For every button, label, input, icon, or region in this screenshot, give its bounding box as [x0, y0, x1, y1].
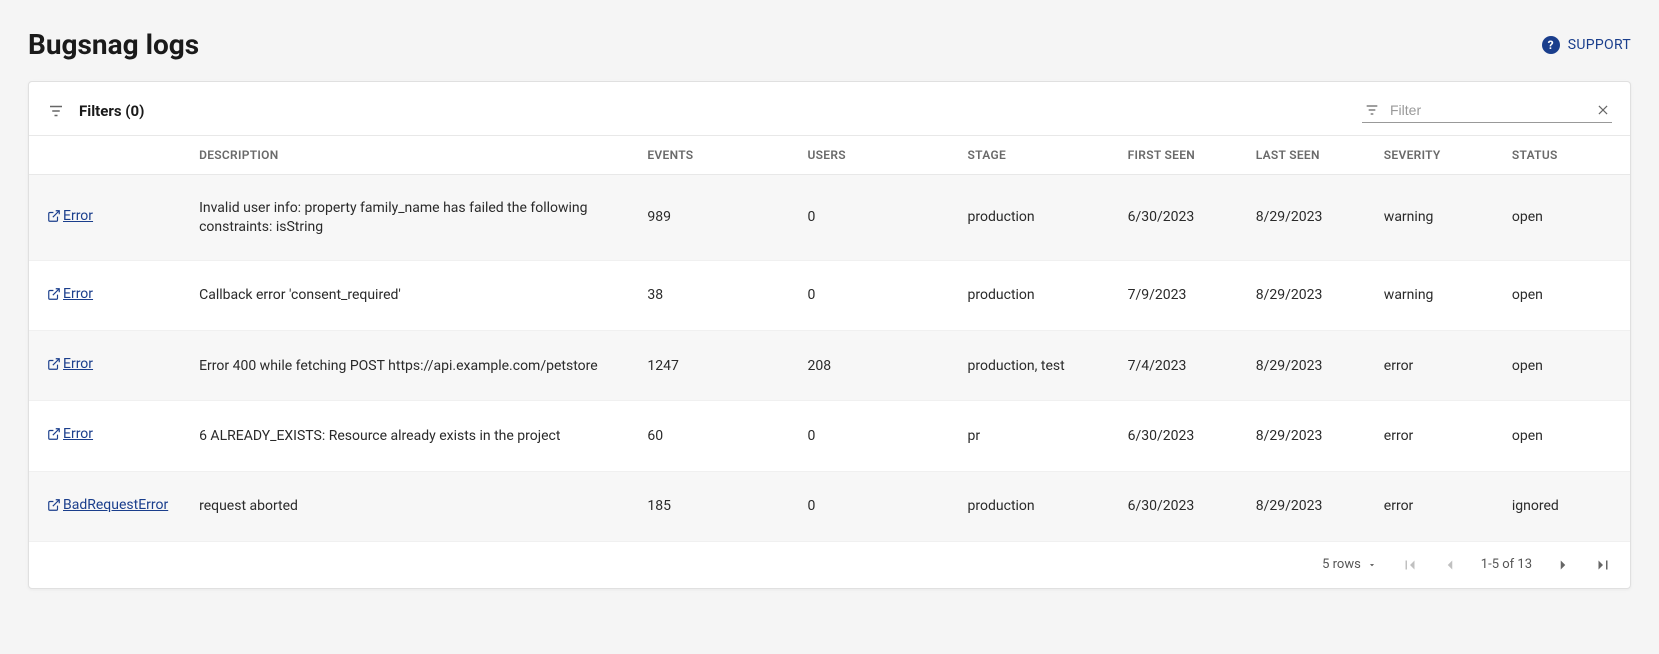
col-severity[interactable]: SEVERITY: [1374, 136, 1502, 175]
cell-users: 0: [797, 471, 957, 541]
cell-status: open: [1502, 401, 1630, 471]
cell-severity: error: [1374, 331, 1502, 401]
col-status[interactable]: STATUS: [1502, 136, 1630, 175]
support-link[interactable]: ? SUPPORT: [1542, 36, 1631, 54]
external-link-icon: [47, 287, 61, 301]
cell-users: 0: [797, 260, 957, 330]
external-link-icon: [47, 498, 61, 512]
cell-status: open: [1502, 260, 1630, 330]
cell-description: Invalid user info: property family_name …: [189, 175, 637, 260]
pagination-range: 1-5 of 13: [1481, 557, 1532, 572]
cell-description: Callback error 'consent_required': [189, 260, 637, 330]
error-link-label: BadRequestError: [63, 496, 168, 514]
cell-status: ignored: [1502, 471, 1630, 541]
cell-last-seen: 8/29/2023: [1246, 471, 1374, 541]
pagination: 5 rows 1-5 of 13: [29, 542, 1630, 588]
table-row[interactable]: Error Invalid user info: property family_…: [29, 175, 1630, 260]
error-link-label: Error: [63, 355, 93, 373]
cell-last-seen: 8/29/2023: [1246, 401, 1374, 471]
clear-filter-icon[interactable]: [1596, 103, 1610, 117]
filters-bar: Filters (0): [29, 82, 1630, 136]
error-link[interactable]: Error: [47, 285, 93, 303]
cell-description: 6 ALREADY_EXISTS: Resource already exist…: [189, 401, 637, 471]
rows-per-page[interactable]: 5 rows: [1322, 557, 1377, 572]
last-page-button[interactable]: [1594, 556, 1612, 574]
cell-first-seen: 7/4/2023: [1118, 331, 1246, 401]
filter-input[interactable]: [1390, 102, 1586, 118]
cell-first-seen: 6/30/2023: [1118, 175, 1246, 260]
logs-table: DESCRIPTION EVENTS USERS STAGE FIRST SEE…: [29, 136, 1630, 542]
cell-severity: error: [1374, 401, 1502, 471]
logs-card: Filters (0) DESCRIPTION EVENTS USERS STA…: [28, 81, 1631, 589]
cell-severity: error: [1374, 471, 1502, 541]
cell-users: 0: [797, 175, 957, 260]
prev-page-button[interactable]: [1441, 556, 1459, 574]
filter-list-icon[interactable]: [47, 102, 65, 120]
external-link-icon: [47, 209, 61, 223]
next-page-button[interactable]: [1554, 556, 1572, 574]
table-row[interactable]: Error Error 400 while fetching POST https…: [29, 331, 1630, 401]
table-row[interactable]: BadRequestError request aborted1850produc…: [29, 471, 1630, 541]
cell-stage: production, test: [958, 331, 1118, 401]
support-label: SUPPORT: [1568, 37, 1631, 53]
col-users[interactable]: USERS: [797, 136, 957, 175]
cell-stage: production: [958, 175, 1118, 260]
cell-first-seen: 7/9/2023: [1118, 260, 1246, 330]
cell-events: 60: [637, 401, 797, 471]
filters-title: Filters (0): [79, 102, 144, 120]
cell-status: open: [1502, 175, 1630, 260]
col-stage[interactable]: STAGE: [958, 136, 1118, 175]
first-page-button[interactable]: [1401, 556, 1419, 574]
cell-last-seen: 8/29/2023: [1246, 175, 1374, 260]
cell-events: 1247: [637, 331, 797, 401]
error-link[interactable]: BadRequestError: [47, 496, 168, 514]
error-link-label: Error: [63, 425, 93, 443]
error-link[interactable]: Error: [47, 355, 93, 373]
cell-first-seen: 6/30/2023: [1118, 471, 1246, 541]
cell-events: 989: [637, 175, 797, 260]
external-link-icon: [47, 427, 61, 441]
error-link[interactable]: Error: [47, 207, 93, 225]
col-first-seen[interactable]: FIRST SEEN: [1118, 136, 1246, 175]
external-link-icon: [47, 357, 61, 371]
cell-severity: warning: [1374, 260, 1502, 330]
cell-stage: production: [958, 471, 1118, 541]
cell-stage: pr: [958, 401, 1118, 471]
cell-description: request aborted: [189, 471, 637, 541]
cell-events: 38: [637, 260, 797, 330]
error-link-label: Error: [63, 285, 93, 303]
table-header-row: DESCRIPTION EVENTS USERS STAGE FIRST SEE…: [29, 136, 1630, 175]
filter-icon: [1364, 102, 1380, 118]
rows-label: 5 rows: [1322, 557, 1361, 572]
chevron-down-icon: [1367, 560, 1377, 570]
cell-description: Error 400 while fetching POST https://ap…: [189, 331, 637, 401]
error-link-label: Error: [63, 207, 93, 225]
help-icon: ?: [1542, 36, 1560, 54]
cell-last-seen: 8/29/2023: [1246, 331, 1374, 401]
cell-users: 208: [797, 331, 957, 401]
cell-users: 0: [797, 401, 957, 471]
col-events[interactable]: EVENTS: [637, 136, 797, 175]
page-title: Bugsnag logs: [28, 28, 199, 61]
cell-events: 185: [637, 471, 797, 541]
col-last-seen[interactable]: LAST SEEN: [1246, 136, 1374, 175]
cell-severity: warning: [1374, 175, 1502, 260]
table-row[interactable]: Error Callback error 'consent_required'38…: [29, 260, 1630, 330]
cell-stage: production: [958, 260, 1118, 330]
col-description[interactable]: DESCRIPTION: [189, 136, 637, 175]
cell-last-seen: 8/29/2023: [1246, 260, 1374, 330]
cell-first-seen: 6/30/2023: [1118, 401, 1246, 471]
cell-status: open: [1502, 331, 1630, 401]
table-row[interactable]: Error 6 ALREADY_EXISTS: Resource already …: [29, 401, 1630, 471]
error-link[interactable]: Error: [47, 425, 93, 443]
